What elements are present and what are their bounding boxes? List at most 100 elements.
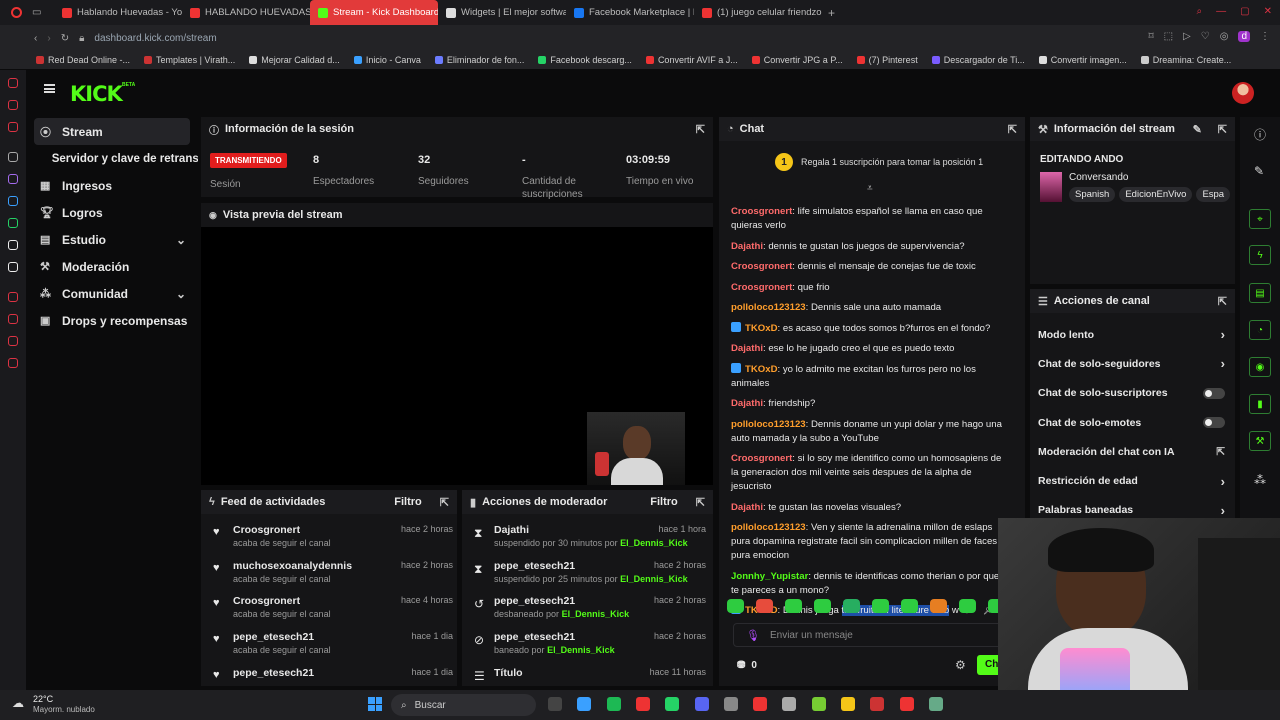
twitch-icon[interactable]: [8, 174, 18, 184]
chat-username[interactable]: Croosgronert: [731, 206, 792, 217]
bookmark-item[interactable]: Mejorar Calidad d...: [249, 55, 340, 65]
taskbar-app-icon[interactable]: [870, 697, 885, 711]
bookmark-item[interactable]: Templates | Virath...: [144, 55, 235, 65]
tiktok-icon[interactable]: [8, 240, 18, 250]
chat-message[interactable]: Dajathi: friendship?: [719, 397, 1025, 411]
extension-icon[interactable]: ▷: [1183, 31, 1191, 42]
toggle-switch[interactable]: [1203, 417, 1225, 429]
bookmark-item[interactable]: Dreamina: Create...: [1140, 55, 1231, 65]
weather-icon[interactable]: ☁: [12, 696, 24, 710]
info-icon[interactable]: ⓘ: [1254, 126, 1266, 143]
edit-icon[interactable]: ✎: [1193, 123, 1202, 136]
browser-tab[interactable]: Hablando Huevadas - You: [54, 0, 182, 25]
filter-button[interactable]: Filtro: [650, 496, 678, 508]
taskbar-app-icon[interactable]: [811, 697, 826, 711]
profile-icon[interactable]: d: [1238, 31, 1250, 42]
popout-icon[interactable]: ⇱: [696, 123, 705, 136]
taskbar-app-icon[interactable]: [841, 697, 855, 711]
gift-sub-banner[interactable]: 1 Regala 1 suscripción para tomar la pos…: [775, 153, 983, 171]
popout-icon[interactable]: ⇱: [440, 496, 449, 509]
x-icon[interactable]: [8, 262, 18, 272]
sidebar-app-icon[interactable]: [8, 100, 18, 110]
browser-tab[interactable]: (1) juego celular friendzon: [694, 0, 822, 25]
taskbar-app-icon[interactable]: [723, 697, 738, 711]
emote-icon[interactable]: [930, 599, 947, 613]
broadcast-icon[interactable]: ◉: [1249, 357, 1271, 377]
emote-icon[interactable]: [785, 599, 802, 613]
chat-message[interactable]: Dajathi: ese lo he jugado creo el que es…: [719, 342, 1025, 356]
mod-target-user[interactable]: Dajathi: [494, 524, 529, 536]
points-counter[interactable]: ⛃ 0: [737, 660, 757, 671]
clipboard-icon[interactable]: ▤: [1249, 283, 1271, 303]
bookmark-item[interactable]: Convertir AVIF a J...: [645, 55, 738, 65]
kick-logo[interactable]: KICK: [70, 82, 123, 106]
bolt-icon[interactable]: ϟ: [1249, 245, 1271, 265]
history-icon[interactable]: [8, 314, 18, 324]
chat-username[interactable]: Croosgronert: [731, 282, 792, 293]
wrench-icon[interactable]: ⚒: [1249, 431, 1271, 451]
chat-message[interactable]: TKOxD: yo lo admito me excitan los furro…: [719, 362, 1025, 391]
external-link-icon[interactable]: ⇱: [1216, 446, 1225, 458]
chevron-down-icon[interactable]: ⌄: [176, 287, 186, 301]
feed-user[interactable]: pepe_etesech21: [233, 667, 314, 679]
taskbar-search[interactable]: ⌕ Buscar: [391, 694, 536, 716]
mod-by-user[interactable]: El_Dennis_Kick: [562, 609, 630, 619]
sidebar-app-icon[interactable]: [8, 336, 18, 346]
nav-item[interactable]: ▦ Ingresos: [26, 172, 198, 199]
nav-item[interactable]: ▣ Drops y recompensas: [26, 307, 198, 334]
emote-icon[interactable]: [872, 599, 889, 613]
menu-icon[interactable]: ⋮: [1260, 31, 1270, 42]
bookmark-icon[interactable]: ⌑: [1148, 31, 1153, 42]
channel-action-row[interactable]: Restricción de edad ›: [1030, 466, 1235, 495]
feed-user[interactable]: muchosexoanalydennis: [233, 560, 352, 572]
chat-username[interactable]: Dajathi: [731, 398, 763, 409]
chevron-down-icon[interactable]: ⌄: [176, 233, 186, 247]
channel-action-row[interactable]: Moderación del chat con IA ⇱: [1030, 437, 1235, 466]
workspace-icon[interactable]: ▭: [32, 7, 54, 18]
stream-tag[interactable]: Spanish: [1069, 187, 1116, 202]
popout-icon[interactable]: ⇱: [1008, 123, 1017, 136]
chat-input[interactable]: 🎙︎ Enviar un mensaje: [733, 623, 1019, 647]
chatgpt-icon[interactable]: [8, 152, 18, 162]
chat-username[interactable]: Dajathi: [731, 502, 763, 513]
url-field[interactable]: dashboard.kick.com/stream: [94, 33, 216, 44]
channel-action-row[interactable]: Chat de solo-seguidores ›: [1030, 349, 1235, 378]
bookmark-item[interactable]: Eliminador de fon...: [434, 55, 524, 65]
bookmark-item[interactable]: Convertir JPG a P...: [751, 55, 843, 65]
feed-user[interactable]: Croosgronert: [233, 595, 300, 607]
mod-target-user[interactable]: pepe_etesech21: [494, 560, 575, 572]
chat-message[interactable]: Dajathi: dennis te gustan los juegos de …: [719, 240, 1025, 254]
popout-icon[interactable]: ⇱: [696, 496, 705, 509]
taskbar-app-icon[interactable]: [606, 697, 621, 711]
hamburger-menu-icon[interactable]: [44, 84, 55, 93]
sidebar-app-icon[interactable]: [8, 292, 18, 302]
channel-action-row[interactable]: Chat de solo-suscriptores: [1030, 379, 1235, 408]
bookmark-item[interactable]: (7) Pinterest: [856, 55, 918, 65]
filter-button[interactable]: Filtro: [394, 496, 422, 508]
taskbar-app-icon[interactable]: [635, 697, 650, 711]
chat-username[interactable]: polloloco123123: [731, 522, 806, 533]
maximize-icon[interactable]: ▢: [1240, 6, 1249, 17]
chat-username[interactable]: TKOxD: [745, 323, 778, 334]
taskbar-app-icon[interactable]: [665, 697, 680, 711]
search-tabs-icon[interactable]: ⌕: [1197, 6, 1203, 17]
browser-tab[interactable]: Widgets | El mejor softwa: [438, 0, 566, 25]
bookmark-item[interactable]: Red Dead Online -...: [36, 55, 130, 65]
popout-icon[interactable]: ⇱: [1218, 123, 1227, 136]
toggle-switch[interactable]: [1203, 387, 1225, 399]
mod-target-user[interactable]: pepe_etesech21: [494, 631, 575, 643]
chat-message[interactable]: Croosgronert: life simulatos español se …: [719, 205, 1025, 233]
stream-tag[interactable]: EdicionEnVivo: [1119, 187, 1193, 202]
opera-logo-icon[interactable]: [0, 7, 32, 18]
chat-message[interactable]: Jonnhy_Yupistar: dennis te identificas c…: [719, 570, 1025, 598]
whatsapp-icon[interactable]: [8, 218, 18, 228]
chat-message[interactable]: Croosgronert: dennis el mensaje de conej…: [719, 260, 1025, 274]
chevron-right-icon[interactable]: ›: [1221, 474, 1225, 489]
taskbar-app-icon[interactable]: [928, 697, 943, 711]
heart-icon[interactable]: ♡: [1201, 31, 1210, 42]
channel-action-row[interactable]: Chat de solo-emotes: [1030, 408, 1235, 437]
taskbar-app-icon[interactable]: [694, 697, 709, 711]
chat-message[interactable]: polloloco123123: Dennis doname un yupi d…: [719, 418, 1025, 446]
emote-icon[interactable]: [814, 599, 831, 613]
bookmark-item[interactable]: Convertir imagen...: [1038, 55, 1127, 65]
